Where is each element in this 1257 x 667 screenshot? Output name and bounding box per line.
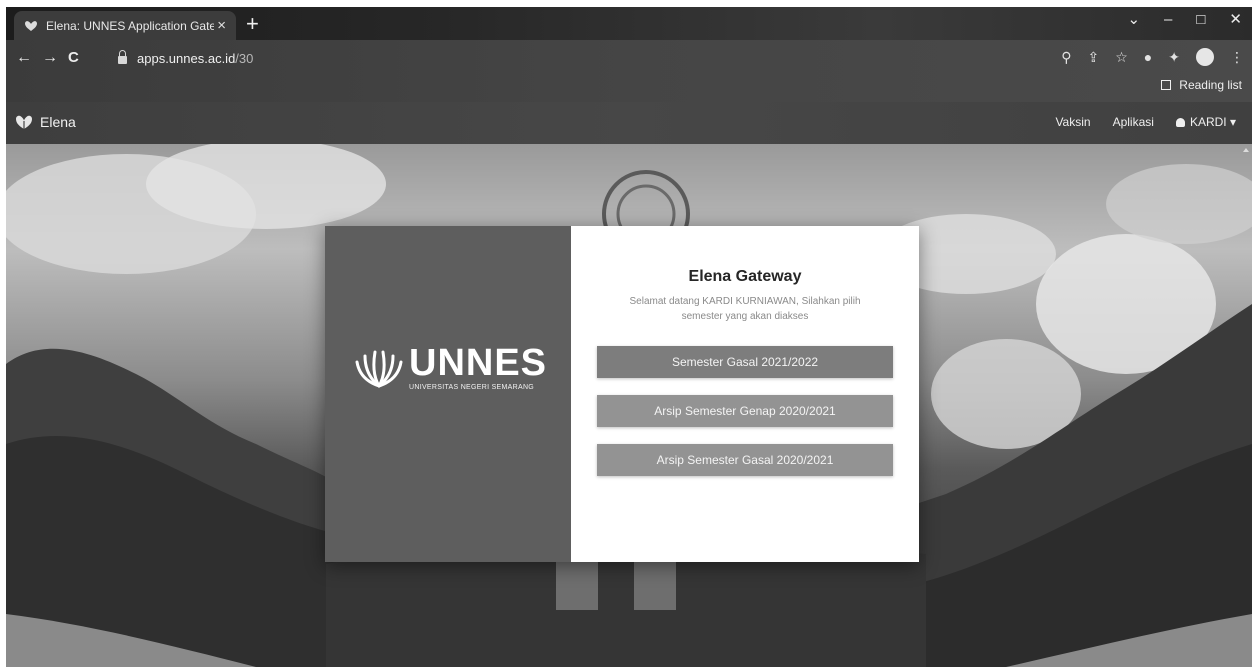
lock-icon bbox=[118, 50, 127, 64]
tab-close-icon[interactable]: × bbox=[217, 17, 226, 34]
back-button[interactable]: ← bbox=[16, 49, 32, 67]
navbar-links: Vaksin Aplikasi KARDI ▾ bbox=[1055, 115, 1236, 129]
welcome-message: Selamat datang KARDI KURNIAWAN, Silahkan… bbox=[629, 296, 861, 322]
brand-link[interactable]: Elena bbox=[14, 113, 76, 131]
close-window-button[interactable]: ✕ bbox=[1229, 10, 1242, 28]
user-icon bbox=[1175, 118, 1185, 127]
extensions-puzzle-icon[interactable]: ✦ bbox=[1168, 49, 1180, 66]
tab-title: Elena: UNNES Application Gatew bbox=[46, 18, 214, 33]
gateway-card: UNNES UNIVERSITAS NEGERI SEMARANG Elena … bbox=[325, 226, 919, 562]
reading-list-button[interactable]: Reading list bbox=[1161, 78, 1242, 92]
elena-favicon-icon bbox=[25, 20, 37, 31]
reload-button[interactable]: C bbox=[68, 49, 79, 66]
reading-list-label: Reading list bbox=[1179, 78, 1242, 92]
tab-strip: Elena: UNNES Application Gatew × + ⌄ – □… bbox=[6, 7, 1252, 40]
address-bar[interactable]: apps.unnes.ac.id/30 bbox=[118, 46, 998, 70]
minimize-button[interactable]: – bbox=[1164, 11, 1172, 28]
arsip-semester-genap-2020-2021-button[interactable]: Arsip Semester Genap 2020/2021 bbox=[597, 395, 893, 427]
reading-list-icon bbox=[1161, 80, 1172, 90]
profile-avatar-icon[interactable] bbox=[1196, 48, 1214, 66]
unnes-logo: UNNES UNIVERSITAS NEGERI SEMARANG bbox=[353, 344, 547, 391]
url-host: apps.unnes.ac.id bbox=[137, 50, 236, 66]
unnes-emblem-icon bbox=[355, 350, 403, 387]
user-name: KARDI bbox=[1189, 115, 1227, 129]
gateway-title: Elena Gateway bbox=[688, 268, 802, 285]
caret-down-icon: ▾ bbox=[1229, 115, 1236, 129]
maximize-button[interactable]: □ bbox=[1196, 11, 1205, 28]
zoom-search-icon[interactable]: ⚲ bbox=[1061, 49, 1071, 66]
semester-gasal-2021-2022-button[interactable]: Semester Gasal 2021/2022 bbox=[597, 346, 893, 378]
browser-toolbar: ← → C apps.unnes.ac.id/30 ⚲ ⇪ ☆ ● ✦ ⋮ Re… bbox=[6, 40, 1252, 102]
brand-name: Elena bbox=[40, 114, 76, 130]
tab-search-icon[interactable]: ⌄ bbox=[1127, 10, 1140, 28]
browser-window: Elena: UNNES Application Gatew × + ⌄ – □… bbox=[6, 7, 1252, 667]
browser-menu-icon[interactable]: ⋮ bbox=[1230, 49, 1244, 66]
nav-link-aplikasi[interactable]: Aplikasi bbox=[1113, 115, 1154, 129]
toolbar-icons: ⚲ ⇪ ☆ ● ✦ ⋮ bbox=[1061, 48, 1244, 66]
bookmark-star-icon[interactable]: ☆ bbox=[1115, 49, 1128, 66]
window-controls: ⌄ – □ ✕ bbox=[1127, 10, 1242, 29]
forward-button[interactable]: → bbox=[42, 49, 58, 67]
extension-icon[interactable]: ● bbox=[1144, 49, 1152, 65]
url-path: /30 bbox=[235, 50, 254, 66]
unnes-logo-subtitle: UNIVERSITAS NEGERI SEMARANG bbox=[409, 384, 535, 391]
unnes-logo-panel: UNNES UNIVERSITAS NEGERI SEMARANG bbox=[325, 226, 571, 562]
browser-tab[interactable]: Elena: UNNES Application Gatew × bbox=[14, 11, 236, 40]
nav-link-vaksin[interactable]: Vaksin bbox=[1055, 115, 1090, 129]
scrollbar-up-arrow[interactable] bbox=[1243, 148, 1249, 152]
arsip-semester-gasal-2020-2021-button[interactable]: Arsip Semester Gasal 2020/2021 bbox=[597, 444, 893, 476]
page-content: UNNES UNIVERSITAS NEGERI SEMARANG Elena … bbox=[6, 144, 1252, 667]
semester-selection-panel: Elena Gateway Selamat datang KARDI KURNI… bbox=[571, 226, 919, 562]
user-menu[interactable]: KARDI ▾ bbox=[1175, 115, 1236, 129]
elena-logo-icon bbox=[16, 115, 32, 129]
unnes-logo-text: UNNES bbox=[409, 342, 548, 384]
app-navbar: Elena Vaksin Aplikasi KARDI ▾ bbox=[6, 102, 1252, 144]
share-icon[interactable]: ⇪ bbox=[1088, 49, 1100, 66]
new-tab-button[interactable]: + bbox=[246, 13, 259, 35]
unnes-wordmark: UNNES UNIVERSITAS NEGERI SEMARANG bbox=[409, 344, 547, 391]
